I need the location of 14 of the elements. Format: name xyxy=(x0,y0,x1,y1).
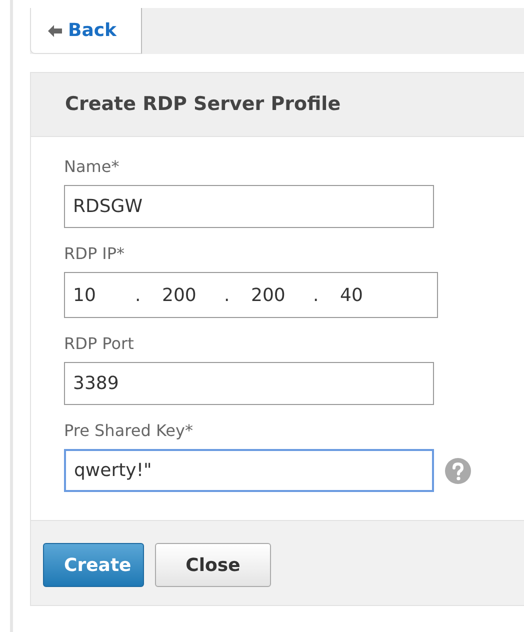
field-label: Name* xyxy=(64,156,120,178)
input-field[interactable]: RDSGW xyxy=(64,185,434,228)
input-field[interactable]: qwerty!" xyxy=(64,449,434,492)
create-button[interactable]: Create xyxy=(43,543,144,587)
field-label: RDP IP* xyxy=(64,243,126,265)
ip-address-field[interactable]: 10 . 200 . 200 . 40 xyxy=(64,272,438,318)
field-label: Pre Shared Key* xyxy=(64,420,194,442)
input-field[interactable]: 3389 xyxy=(64,362,434,405)
field-label: RDP Port xyxy=(64,333,135,355)
help-icon[interactable] xyxy=(444,456,472,484)
back-arrow-icon xyxy=(47,24,63,38)
panel-title: Create RDP Server Profile xyxy=(65,92,341,118)
back-tab[interactable]: Back xyxy=(30,8,142,54)
close-button[interactable]: Close xyxy=(155,543,271,587)
